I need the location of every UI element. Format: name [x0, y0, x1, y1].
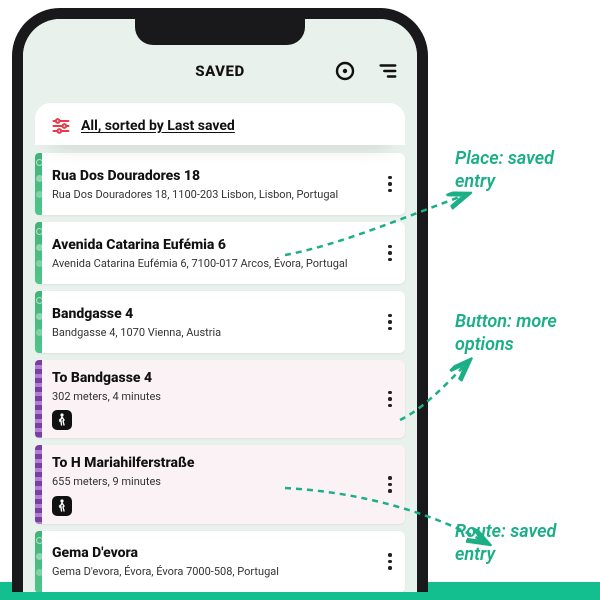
item-body: To H Mariahilferstraße 655 meters, 9 minu…	[42, 445, 375, 523]
locate-icon[interactable]	[333, 59, 357, 83]
filter-label: All, sorted by Last saved	[81, 118, 235, 134]
screen: SAVED	[23, 19, 417, 592]
item-title: Gema D'evora	[52, 545, 369, 561]
filter-pill[interactable]: All, sorted by Last saved	[35, 103, 405, 145]
phone-notch	[135, 17, 305, 45]
place-stripe	[35, 531, 42, 592]
annotation-place: Place: saved entry	[455, 147, 585, 194]
item-title: To Bandgasse 4	[52, 370, 369, 386]
more-options-button[interactable]	[375, 153, 405, 215]
route-item[interactable]: To Bandgasse 4 302 meters, 4 minutes	[35, 360, 405, 438]
place-stripe	[35, 153, 42, 215]
page-title: SAVED	[195, 62, 244, 80]
more-options-button[interactable]	[375, 222, 405, 284]
item-body: To Bandgasse 4 302 meters, 4 minutes	[42, 360, 375, 438]
place-item[interactable]: Avenida Catarina Eufémia 6 Avenida Catari…	[35, 222, 405, 284]
item-title: To H Mariahilferstraße	[52, 455, 369, 471]
item-subtitle: Avenida Catarina Eufémia 6, 7100-017 Arc…	[52, 257, 369, 271]
item-subtitle: 302 meters, 4 minutes	[52, 390, 369, 404]
place-stripe	[35, 291, 42, 353]
item-title: Rua Dos Douradores 18	[52, 168, 369, 184]
place-item[interactable]: Rua Dos Douradores 18 Rua Dos Douradores …	[35, 153, 405, 215]
more-options-button[interactable]	[375, 360, 405, 438]
saved-list: Rua Dos Douradores 18 Rua Dos Douradores …	[35, 153, 405, 592]
place-item[interactable]: Gema D'evora Gema D'evora, Évora, Évora 7…	[35, 531, 405, 592]
more-options-button[interactable]	[375, 531, 405, 592]
app-header: SAVED	[23, 41, 417, 101]
item-body: Rua Dos Douradores 18 Rua Dos Douradores …	[42, 153, 375, 215]
more-options-button[interactable]	[375, 291, 405, 353]
filter-icon	[51, 117, 71, 135]
item-subtitle: 655 meters, 9 minutes	[52, 475, 369, 489]
more-options-button[interactable]	[375, 445, 405, 523]
place-stripe	[35, 222, 42, 284]
route-stripe	[35, 360, 42, 438]
item-body: Avenida Catarina Eufémia 6 Avenida Catari…	[42, 222, 375, 284]
annotation-route: Route: saved entry	[455, 520, 585, 567]
route-item[interactable]: To H Mariahilferstraße 655 meters, 9 minu…	[35, 445, 405, 523]
phone-frame: SAVED	[12, 8, 428, 592]
item-subtitle: Bandgasse 4, 1070 Vienna, Austria	[52, 326, 369, 340]
item-title: Bandgasse 4	[52, 306, 369, 322]
item-body: Bandgasse 4 Bandgasse 4, 1070 Vienna, Aus…	[42, 291, 375, 353]
item-subtitle: Rua Dos Douradores 18, 1100-203 Lisbon, …	[52, 188, 369, 202]
place-item[interactable]: Bandgasse 4 Bandgasse 4, 1070 Vienna, Aus…	[35, 291, 405, 353]
walk-icon	[52, 410, 72, 430]
item-subtitle: Gema D'evora, Évora, Évora 7000-508, Por…	[52, 565, 369, 579]
item-title: Avenida Catarina Eufémia 6	[52, 237, 369, 253]
item-body: Gema D'evora Gema D'evora, Évora, Évora 7…	[42, 531, 375, 592]
route-stripe	[35, 445, 42, 523]
annotation-button: Button: more options	[455, 310, 595, 357]
walk-icon	[52, 496, 72, 516]
menu-icon[interactable]	[375, 59, 399, 83]
